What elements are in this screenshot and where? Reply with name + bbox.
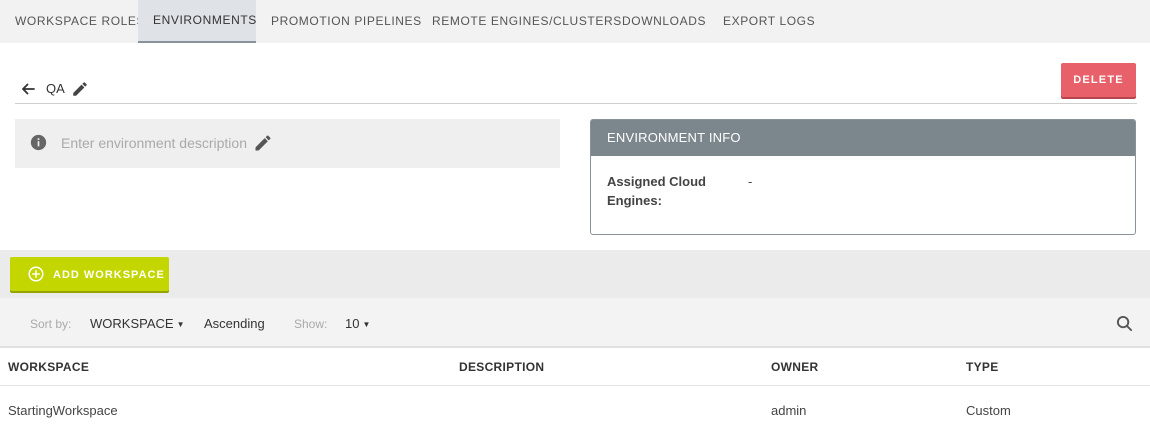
show-count-value: 10	[345, 316, 360, 331]
table-header: WORKSPACE DESCRIPTION OWNER TYPE	[0, 350, 1150, 386]
sort-by-label: Sort by:	[30, 317, 72, 331]
description-placeholder: Enter environment description	[61, 135, 247, 151]
tab-environments[interactable]: ENVIRONMENTS	[138, 0, 256, 43]
workspace-cell[interactable]: StartingWorkspace	[8, 403, 118, 418]
plus-circle-icon	[28, 266, 44, 282]
show-label: Show:	[294, 317, 328, 331]
pencil-icon[interactable]	[253, 133, 273, 153]
delete-button[interactable]: DELETE	[1061, 63, 1136, 97]
environment-name: QA	[46, 81, 65, 96]
column-header-type[interactable]: TYPE	[966, 360, 999, 374]
back-arrow-icon[interactable]	[20, 81, 36, 97]
assigned-cloud-engines-value: -	[748, 174, 753, 189]
environment-info-card: ENVIRONMENT INFO Assigned Cloud Engines:…	[590, 119, 1136, 235]
table-row[interactable]: StartingWorkspace admin Custom	[0, 386, 1150, 430]
environment-info-title: ENVIRONMENT INFO	[591, 120, 1135, 156]
column-header-owner[interactable]: OWNER	[771, 360, 819, 374]
type-cell: Custom	[966, 403, 1011, 418]
sort-by-dropdown[interactable]: WORKSPACE ▼	[90, 316, 184, 331]
workspaces-table: WORKSPACE DESCRIPTION OWNER TYPE Startin…	[0, 350, 1150, 430]
info-icon	[30, 134, 47, 151]
show-count-dropdown[interactable]: 10 ▼	[345, 316, 370, 331]
sort-by-value: WORKSPACE	[90, 316, 174, 331]
tab-export-logs[interactable]: EXPORT LOGS	[708, 0, 818, 43]
tab-workspace-roles[interactable]: WORKSPACE ROLES	[0, 0, 145, 43]
tab-remote-engines-clusters[interactable]: REMOTE ENGINES/CLUSTERS	[416, 0, 621, 43]
add-workspace-button[interactable]: ADD WORKSPACE	[10, 257, 169, 291]
workspace-toolbar: ADD WORKSPACE	[0, 250, 1150, 298]
description-box[interactable]: Enter environment description	[15, 119, 560, 168]
tab-downloads[interactable]: DOWNLOADS	[606, 0, 708, 43]
add-workspace-label: ADD WORKSPACE	[53, 269, 165, 281]
sort-order-toggle[interactable]: Ascending	[204, 316, 265, 331]
environment-title-row: QA	[15, 78, 1137, 104]
column-header-description[interactable]: DESCRIPTION	[459, 360, 544, 374]
caret-down-icon: ▼	[176, 320, 185, 329]
column-header-workspace[interactable]: WORKSPACE	[8, 360, 89, 374]
sort-bar: Sort by: WORKSPACE ▼ Ascending Show: 10 ▼	[0, 298, 1150, 348]
pencil-icon[interactable]	[71, 80, 89, 98]
search-icon[interactable]	[1116, 315, 1133, 332]
tab-promotion-pipelines[interactable]: PROMOTION PIPELINES	[256, 0, 421, 43]
caret-down-icon: ▼	[362, 320, 371, 329]
assigned-cloud-engines-label: Assigned Cloud Engines:	[607, 174, 706, 208]
owner-cell: admin	[771, 403, 807, 418]
top-tab-bar: WORKSPACE ROLES ENVIRONMENTS PROMOTION P…	[0, 0, 1150, 43]
